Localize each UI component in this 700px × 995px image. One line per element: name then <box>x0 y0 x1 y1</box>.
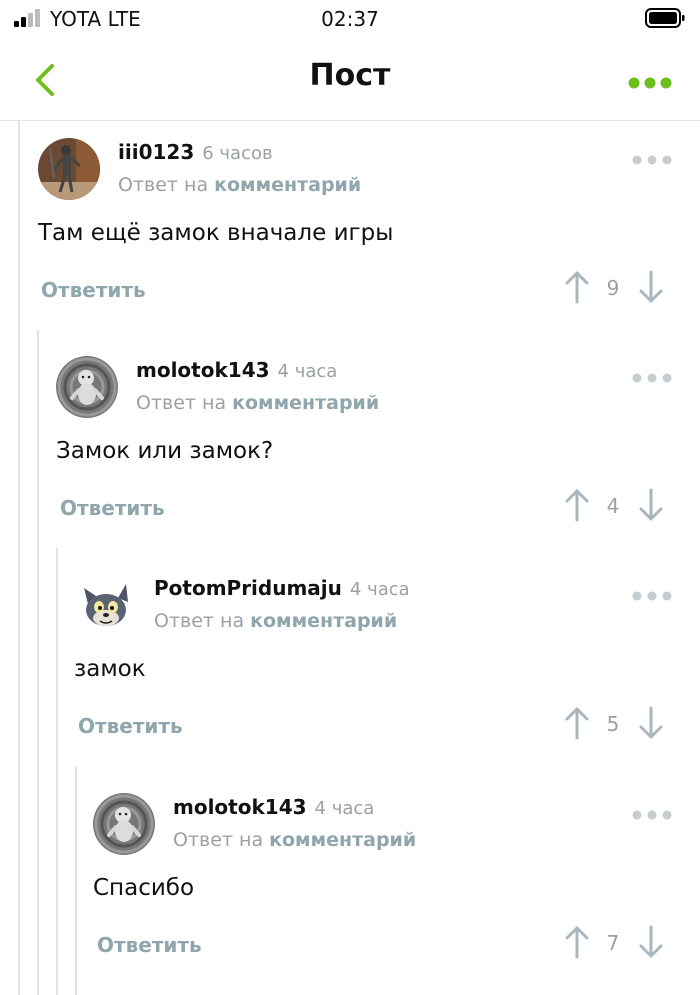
comment-text: Спасибо <box>93 875 195 901</box>
reply-to-line: Ответ на комментарий <box>136 392 379 414</box>
downvote-arrow-icon[interactable] <box>638 925 664 959</box>
comment: PotomPridumaju 4 часа Ответ на комментарий… <box>74 574 680 744</box>
vote-controls: 4 <box>564 488 670 522</box>
status-time: 02:37 <box>321 7 379 31</box>
vote-score: 7 <box>606 931 620 955</box>
vote-controls: 9 <box>564 270 670 304</box>
comment-time: 4 часа <box>277 361 338 382</box>
reply-to-link[interactable]: комментарий <box>214 174 361 196</box>
comment-text: Там ещё замок вначале игры <box>38 220 394 246</box>
downvote-arrow-icon[interactable] <box>638 270 664 304</box>
reply-prefix: Ответ на <box>136 392 227 414</box>
username[interactable]: molotok143 <box>136 358 270 382</box>
reply-button[interactable]: Ответить <box>78 714 183 738</box>
reply-prefix: Ответ на <box>173 829 264 851</box>
reply-to-link[interactable]: комментарий <box>250 610 397 632</box>
comment-time: 4 часа <box>314 798 375 819</box>
username[interactable]: iii0123 <box>118 140 194 164</box>
comment-time: 6 часов <box>202 143 273 164</box>
upvote-arrow-icon[interactable] <box>564 270 590 304</box>
battery-icon <box>645 8 685 28</box>
vote-score: 5 <box>606 712 620 736</box>
reply-button[interactable]: Ответить <box>60 496 165 520</box>
thread-line <box>37 330 39 995</box>
upvote-arrow-icon[interactable] <box>564 488 590 522</box>
downvote-arrow-icon[interactable] <box>638 488 664 522</box>
more-options-icon[interactable] <box>628 74 672 89</box>
username[interactable]: PotomPridumaju <box>154 576 342 600</box>
comment-text: Замок или замок? <box>56 438 274 464</box>
comment: iii0123 6 часов Ответ на комментарий Там е… <box>38 138 680 308</box>
more-options-icon[interactable] <box>632 805 672 820</box>
comment-time: 4 часа <box>349 579 410 600</box>
reply-prefix: Ответ на <box>118 174 209 196</box>
baby-avatar[interactable] <box>93 793 155 855</box>
vote-score: 9 <box>606 276 620 300</box>
photo-avatar[interactable] <box>38 138 100 200</box>
vote-score: 4 <box>606 494 620 518</box>
status-bar: YOTA LTE 02:37 <box>0 0 700 40</box>
downvote-arrow-icon[interactable] <box>638 706 664 740</box>
reply-button[interactable]: Ответить <box>41 278 146 302</box>
reply-prefix: Ответ на <box>154 610 245 632</box>
page-title: Пост <box>309 58 391 93</box>
reply-button[interactable]: Ответить <box>97 933 202 957</box>
reply-to-link[interactable]: комментарий <box>232 392 379 414</box>
vote-controls: 5 <box>564 706 670 740</box>
username[interactable]: molotok143 <box>173 795 307 819</box>
reply-to-line: Ответ на комментарий <box>173 829 416 851</box>
thread-line <box>56 548 58 995</box>
baby-avatar[interactable] <box>56 356 118 418</box>
cat-avatar[interactable] <box>74 574 136 636</box>
more-options-icon[interactable] <box>632 150 672 165</box>
upvote-arrow-icon[interactable] <box>564 706 590 740</box>
thread-line <box>75 767 77 995</box>
comment-text: замок <box>74 656 146 682</box>
vote-controls: 7 <box>564 925 670 959</box>
more-options-icon[interactable] <box>632 368 672 383</box>
comment: molotok143 4 часа Ответ на комментарий Спа… <box>93 793 680 963</box>
reply-to-link[interactable]: комментарий <box>269 829 416 851</box>
thread-line <box>18 120 20 995</box>
more-options-icon[interactable] <box>632 586 672 601</box>
comment: molotok143 4 часа Ответ на комментарий Зам… <box>56 356 680 526</box>
upvote-arrow-icon[interactable] <box>564 925 590 959</box>
reply-to-line: Ответ на комментарий <box>118 174 361 196</box>
reply-to-line: Ответ на комментарий <box>154 610 397 632</box>
nav-bar: Пост <box>0 40 700 121</box>
